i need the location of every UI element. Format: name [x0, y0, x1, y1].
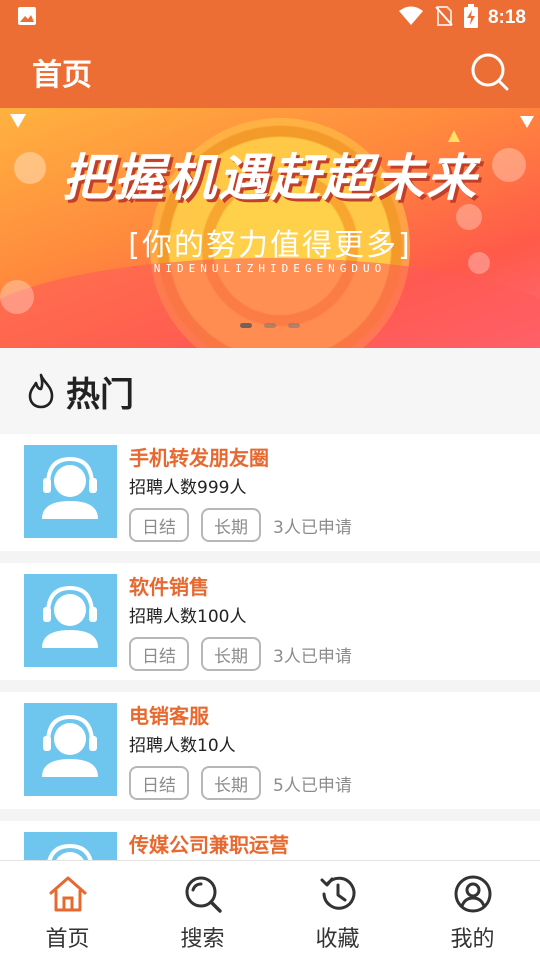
headset-agent-icon [42, 456, 98, 519]
banner-decoration-triangle [10, 114, 26, 128]
job-card[interactable]: 传媒公司兼职运营 [0, 821, 540, 860]
top-bar: 8:18 首页 [0, 0, 540, 108]
job-card[interactable]: 电销客服 招聘人数10人 日结 长期 5人已申请 [0, 692, 540, 809]
wifi-icon [398, 5, 424, 31]
banner-carousel[interactable]: 把握机遇赶超未来 [你的努力值得更多] NIDENULIZHIDEGENGDUO [0, 108, 540, 348]
home-icon [49, 876, 86, 912]
hot-section-header: 热门 [0, 348, 540, 434]
job-avatar[interactable] [24, 703, 117, 796]
battery-charging-icon [463, 4, 478, 32]
job-avatar[interactable] [24, 574, 117, 667]
job-title[interactable]: 传媒公司兼职运营 [129, 833, 289, 857]
history-icon [320, 876, 355, 910]
job-tag: 长期 [201, 766, 261, 800]
section-title: 热门 [66, 374, 134, 415]
job-title[interactable]: 手机转发朋友圈 [129, 446, 352, 470]
applied-count: 3人已申请 [273, 517, 352, 538]
search-icon [471, 53, 509, 91]
search-icon [185, 876, 222, 913]
job-title[interactable]: 电销客服 [129, 704, 352, 728]
nav-label-favorites: 收藏 [315, 927, 360, 952]
carousel-dot[interactable] [240, 323, 252, 328]
nav-item-profile[interactable]: 我的 [405, 861, 540, 960]
banner-decoration-triangle [520, 116, 534, 128]
banner-subtitle: [你的努力值得更多] [128, 228, 412, 263]
job-list[interactable]: 手机转发朋友圈 招聘人数999人 日结 长期 3人已申请 软件销售 招聘人数10… [0, 434, 540, 860]
headset-agent-icon [47, 843, 93, 860]
banner-pinyin: NIDENULIZHIDEGENGDUO [153, 262, 387, 275]
job-card[interactable]: 软件销售 招聘人数100人 日结 长期 3人已申请 [0, 563, 540, 680]
nav-item-favorites[interactable]: 收藏 [270, 861, 405, 960]
job-avatar[interactable] [24, 832, 117, 860]
job-tag: 日结 [129, 508, 189, 542]
bottom-navigation: 首页 搜索 收藏 我的 [0, 860, 540, 960]
carousel-dot[interactable] [264, 323, 276, 328]
image-notification-icon [16, 5, 38, 31]
job-tag: 长期 [201, 508, 261, 542]
status-time: 8:18 [487, 7, 526, 28]
job-headcount: 招聘人数999人 [129, 478, 247, 498]
banner-decoration-dot [0, 280, 34, 314]
status-bar: 8:18 [0, 0, 540, 36]
search-button[interactable] [470, 52, 510, 92]
nav-label-home: 首页 [45, 927, 90, 952]
page-title: 首页 [32, 58, 92, 93]
carousel-indicator [0, 323, 540, 328]
applied-count: 3人已申请 [273, 646, 352, 667]
job-title[interactable]: 软件销售 [129, 575, 352, 599]
job-avatar[interactable] [24, 445, 117, 538]
nav-label-profile: 我的 [450, 927, 495, 952]
job-tag: 长期 [201, 637, 261, 671]
job-tag: 日结 [129, 637, 189, 671]
headset-agent-icon [42, 585, 98, 648]
banner-headline: 把握机遇赶超未来 [62, 149, 478, 207]
flame-icon [28, 373, 54, 409]
profile-icon [454, 875, 491, 913]
no-sim-icon [434, 5, 454, 31]
job-tag: 日结 [129, 766, 189, 800]
nav-item-home[interactable]: 首页 [0, 861, 135, 960]
headset-agent-icon [42, 714, 98, 777]
carousel-dot[interactable] [288, 323, 300, 328]
job-headcount: 招聘人数100人 [129, 607, 247, 627]
applied-count: 5人已申请 [273, 775, 352, 796]
nav-item-search[interactable]: 搜索 [135, 861, 270, 960]
app-bar: 首页 [0, 36, 540, 108]
job-headcount: 招聘人数10人 [129, 736, 236, 756]
nav-label-search: 搜索 [180, 927, 225, 952]
job-card[interactable]: 手机转发朋友圈 招聘人数999人 日结 长期 3人已申请 [0, 434, 540, 551]
